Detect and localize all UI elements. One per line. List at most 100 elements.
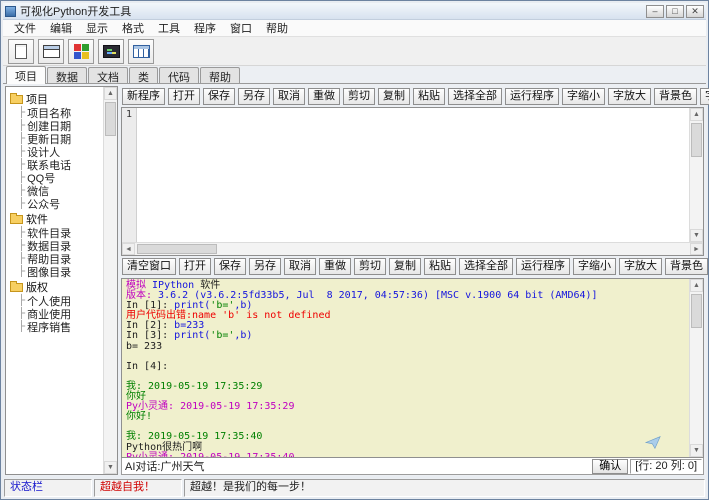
console-output[interactable]: 模拟 IPython 软件版本: 3.6.2 (v3.6.2:5fd33b5, … — [122, 279, 689, 457]
dark-window-icon — [103, 45, 120, 58]
scroll-down-icon[interactable] — [104, 461, 117, 474]
paste-button[interactable]: 粘贴 — [413, 88, 445, 105]
table-icon — [133, 45, 150, 58]
scroll-track[interactable] — [690, 292, 703, 444]
line-number-gutter: 1 — [122, 108, 137, 242]
tab-class[interactable]: 类 — [129, 67, 158, 83]
tree-item[interactable]: 程序销售 — [9, 320, 103, 333]
menu-window[interactable]: 窗口 — [223, 19, 259, 37]
code-editor[interactable] — [137, 108, 689, 242]
scroll-left-icon[interactable] — [122, 243, 135, 255]
ai-chat-input[interactable] — [160, 459, 592, 473]
undo-button[interactable]: 取消 — [284, 258, 316, 275]
content-body: 项目项目名称创建日期更新日期设计人联系电话QQ号微信公众号软件软件目录数据目录帮… — [3, 84, 706, 476]
maximize-button[interactable]: □ — [666, 5, 684, 18]
color-tools-button[interactable] — [68, 39, 94, 64]
code-console-button[interactable] — [98, 39, 124, 64]
project-tree-panel: 项目项目名称创建日期更新日期设计人联系电话QQ号微信公众号软件软件目录数据目录帮… — [5, 86, 118, 475]
bg-color-button[interactable]: 背景色 — [654, 88, 697, 105]
scroll-track[interactable] — [135, 243, 690, 255]
console-line: 用户代码出错:name 'b' is not defined — [126, 311, 689, 321]
editor-hscrollbar[interactable] — [122, 242, 703, 255]
scroll-down-icon[interactable] — [690, 229, 703, 242]
tree-item[interactable]: 图像目录 — [9, 265, 103, 278]
scroll-up-icon[interactable] — [690, 108, 703, 121]
close-button[interactable]: ✕ — [686, 5, 704, 18]
console-line: Py小灵通: 2019-05-19 17:35:29 — [126, 402, 689, 412]
cut-button[interactable]: 剪切 — [343, 88, 375, 105]
undo-button[interactable]: 取消 — [273, 88, 305, 105]
new-form-button[interactable] — [38, 39, 64, 64]
tree-item-label: 公众号 — [27, 196, 60, 212]
select-all-button[interactable]: 选择全部 — [448, 88, 502, 105]
tab-project[interactable]: 项目 — [6, 66, 46, 84]
copy-button[interactable]: 复制 — [389, 258, 421, 275]
bg-color-button[interactable]: 背景色 — [665, 258, 708, 275]
tree-line-icon — [18, 266, 25, 277]
save-as-button[interactable]: 另存 — [249, 258, 281, 275]
tab-code[interactable]: 代码 — [159, 67, 199, 83]
menu-tools[interactable]: 工具 — [151, 19, 187, 37]
tree-item[interactable]: 公众号 — [9, 197, 103, 210]
open-button[interactable]: 打开 — [179, 258, 211, 275]
tab-document[interactable]: 文档 — [88, 67, 128, 83]
code-editor-frame: 1 — [121, 107, 704, 256]
tree-line-icon — [18, 253, 25, 264]
clear-window-button[interactable]: 清空窗口 — [122, 258, 176, 275]
save-button[interactable]: 保存 — [203, 88, 235, 105]
tree-line-icon — [18, 240, 25, 251]
scroll-thumb[interactable] — [691, 294, 702, 328]
menu-help[interactable]: 帮助 — [259, 19, 295, 37]
scroll-thumb[interactable] — [691, 123, 702, 157]
tree-scrollbar[interactable] — [103, 87, 117, 474]
save-button[interactable]: 保存 — [214, 258, 246, 275]
data-table-button[interactable] — [128, 39, 154, 64]
cut-button[interactable]: 剪切 — [354, 258, 386, 275]
tab-help[interactable]: 帮助 — [200, 67, 240, 83]
menu-edit[interactable]: 编辑 — [43, 19, 79, 37]
font-larger-button[interactable]: 字放大 — [619, 258, 662, 275]
tab-data[interactable]: 数据 — [47, 67, 87, 83]
scroll-thumb[interactable] — [137, 244, 217, 254]
scroll-track[interactable] — [104, 100, 117, 461]
scroll-thumb[interactable] — [105, 102, 116, 136]
font-smaller-button[interactable]: 字缩小 — [562, 88, 605, 105]
redo-button[interactable]: 重做 — [308, 88, 340, 105]
send-plane-icon[interactable] — [645, 434, 661, 453]
font-color-button[interactable]: 字体色 — [700, 88, 709, 105]
tree-item[interactable]: 联系电话 — [9, 158, 103, 171]
menu-view[interactable]: 显示 — [79, 19, 115, 37]
scroll-up-icon[interactable] — [104, 87, 117, 100]
font-smaller-button[interactable]: 字缩小 — [573, 258, 616, 275]
tree-item[interactable]: QQ号 — [9, 171, 103, 184]
document-icon — [15, 44, 27, 59]
menu-format[interactable]: 格式 — [115, 19, 151, 37]
confirm-button[interactable]: 确认 — [592, 459, 628, 474]
scroll-track[interactable] — [690, 121, 703, 229]
scroll-down-icon[interactable] — [690, 444, 703, 457]
font-larger-button[interactable]: 字放大 — [608, 88, 651, 105]
paste-button[interactable]: 粘贴 — [424, 258, 456, 275]
run-program-button[interactable]: 运行程序 — [505, 88, 559, 105]
cursor-position: [行: 20 列: 0] — [630, 459, 702, 474]
save-as-button[interactable]: 另存 — [238, 88, 270, 105]
minimize-button[interactable]: – — [646, 5, 664, 18]
run-program-button[interactable]: 运行程序 — [516, 258, 570, 275]
tree-line-icon — [18, 146, 25, 157]
menu-file[interactable]: 文件 — [7, 19, 43, 37]
tree-line-icon — [18, 172, 25, 183]
new-program-button[interactable]: 新程序 — [122, 88, 165, 105]
new-file-button[interactable] — [8, 39, 34, 64]
console-vscrollbar[interactable] — [689, 279, 703, 457]
scroll-right-icon[interactable] — [690, 243, 703, 255]
redo-button[interactable]: 重做 — [319, 258, 351, 275]
editor-vscrollbar[interactable] — [689, 108, 703, 242]
copy-button[interactable]: 复制 — [378, 88, 410, 105]
tree-line-icon — [18, 227, 25, 238]
scroll-up-icon[interactable] — [690, 279, 703, 292]
title-bar[interactable]: 可视化Python开发工具 – □ ✕ — [3, 3, 706, 20]
select-all-button[interactable]: 选择全部 — [459, 258, 513, 275]
open-button[interactable]: 打开 — [168, 88, 200, 105]
tree-line-icon — [18, 120, 25, 131]
menu-program[interactable]: 程序 — [187, 19, 223, 37]
